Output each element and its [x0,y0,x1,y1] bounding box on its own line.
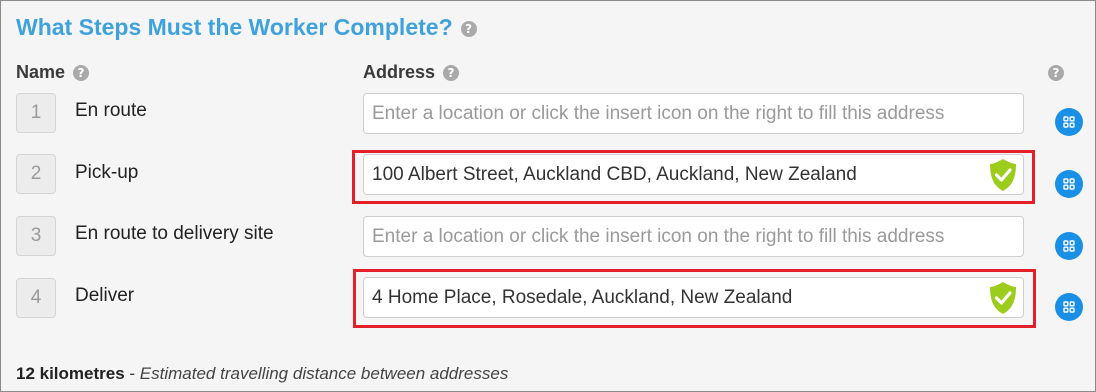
address-field-4[interactable]: 4 Home Place, Rosedale, Auckland, New Ze… [363,277,1024,318]
insert-address-button-3[interactable] [1055,232,1083,260]
check-shield-icon [990,281,1016,314]
address-value-2: 100 Albert Street, Auckland CBD, Aucklan… [372,163,857,185]
step-number-4: 4 [16,278,56,318]
address-field-3[interactable]: Enter a location or click the insert ico… [363,216,1024,257]
step-name-4: Deliver [75,285,135,306]
insert-grid-icon [1063,178,1075,190]
step-name-3: En route to delivery site [75,223,274,244]
name-help-icon[interactable]: ? [73,64,90,81]
step-number-1: 1 [16,93,56,133]
address-help-icon[interactable]: ? [443,64,460,81]
footer-separator: - [124,364,140,383]
distance-footer: 12 kilometres - Estimated travelling dis… [16,364,508,384]
section-title: What Steps Must the Worker Complete? ? [16,14,477,41]
insert-address-button-1[interactable] [1055,108,1083,136]
insert-grid-icon [1063,116,1075,128]
step-name-2: Pick-up [75,162,139,183]
title-help-icon[interactable]: ? [460,21,477,37]
address-field-1[interactable]: Enter a location or click the insert ico… [363,93,1024,134]
distance-description: Estimated travelling distance between ad… [139,364,509,383]
address-field-2[interactable]: 100 Albert Street, Auckland CBD, Aucklan… [363,154,1024,195]
steps-panel: What Steps Must the Worker Complete? ? N… [0,0,1096,392]
address-column-header: Address ? [363,62,460,83]
name-column-header: Name ? [16,62,90,83]
name-header-label: Name [16,62,66,82]
insert-grid-icon [1063,240,1075,252]
insert-address-button-4[interactable] [1055,293,1083,321]
insert-column-help-icon[interactable]: ? [1048,65,1064,81]
step-number-3: 3 [16,216,56,256]
step-name-1: En route [75,100,147,121]
insert-grid-icon [1063,301,1075,313]
insert-address-button-2[interactable] [1055,170,1083,198]
address-header-label: Address [363,62,436,82]
step-number-2: 2 [16,154,56,194]
address-value-4: 4 Home Place, Rosedale, Auckland, New Ze… [372,286,793,308]
address-placeholder-1: Enter a location or click the insert ico… [372,102,945,124]
address-placeholder-3: Enter a location or click the insert ico… [372,225,945,247]
distance-value: 12 kilometres [16,364,125,383]
section-title-text: What Steps Must the Worker Complete? [16,14,453,40]
check-shield-icon [990,158,1016,191]
